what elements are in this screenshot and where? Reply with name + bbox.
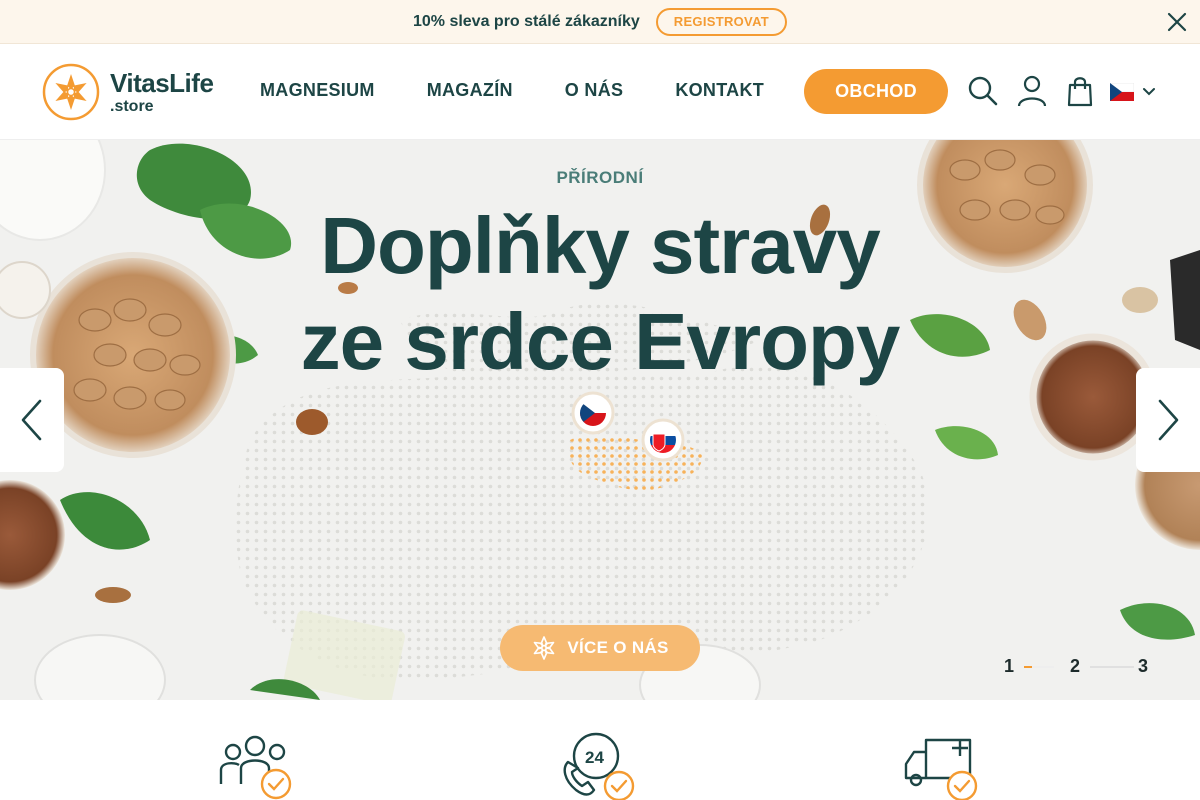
hero-title-line1: Doplňky stravy — [320, 201, 881, 290]
user-icon[interactable] — [1015, 74, 1049, 108]
about-us-button[interactable]: VÍCE O NÁS — [500, 625, 700, 671]
language-selector[interactable] — [1110, 80, 1162, 104]
register-button[interactable]: REGISTROVAT — [655, 7, 788, 36]
logo-edelweiss-icon — [42, 63, 100, 121]
nav-item-contact[interactable]: KONTAKT — [675, 80, 764, 101]
close-icon[interactable] — [1164, 9, 1190, 35]
nav-item-about[interactable]: O NÁS — [565, 80, 624, 101]
nav-item-magazine[interactable]: MAGAZÍN — [427, 80, 513, 101]
search-icon[interactable] — [966, 74, 1000, 108]
features-row: 24 — [0, 700, 1200, 800]
hero-title: Doplňky stravy ze srdce Evropy — [0, 198, 1200, 390]
site-header: VitasLife .store MAGNESIUM MAGAZÍN O NÁS… — [0, 44, 1200, 140]
bag-icon[interactable] — [1063, 74, 1097, 108]
next-slide-button[interactable] — [1136, 368, 1200, 472]
hero-title-line2: ze srdce Evropy — [300, 297, 901, 386]
hero-eyebrow: PŘÍRODNÍ — [556, 168, 644, 187]
nav-item-magnesium[interactable]: MAGNESIUM — [260, 80, 375, 101]
phone-24-check-icon: 24 — [563, 732, 635, 800]
chevron-left-icon — [21, 399, 42, 441]
promo-bar: 10% sleva pro stálé zákazníky REGISTROVA… — [0, 0, 1200, 44]
czech-flag-icon — [1110, 83, 1134, 101]
chevron-right-icon — [1158, 399, 1179, 441]
chevron-down-icon — [1143, 88, 1155, 96]
edelweiss-icon — [534, 636, 555, 660]
about-us-label: VÍCE O NÁS — [567, 638, 669, 657]
logo-sub: .store — [110, 98, 154, 115]
main-nav: MAGNESIUM MAGAZÍN O NÁS KONTAKT — [260, 80, 764, 101]
hero-slider: PŘÍRODNÍ Doplňky stravy ze srdce Evropy … — [0, 140, 1200, 700]
people-check-icon — [219, 735, 292, 800]
slide-2[interactable]: 2 — [1070, 656, 1080, 677]
prev-slide-button[interactable] — [0, 368, 64, 472]
slide-1[interactable]: 1 — [1004, 656, 1014, 677]
logo-name: VitasLife — [110, 68, 214, 98]
shop-button[interactable]: OBCHOD — [804, 69, 948, 114]
slide-pagination: 1 2 3 — [1004, 656, 1164, 676]
slide-1-progress — [1024, 666, 1054, 668]
slide-2-progress — [1090, 666, 1134, 668]
truck-check-icon — [904, 738, 978, 800]
badge-24: 24 — [585, 748, 604, 767]
promo-text: 10% sleva pro stálé zákazníky — [412, 12, 640, 30]
logo[interactable]: VitasLife .store — [42, 62, 232, 122]
slide-3[interactable]: 3 — [1138, 656, 1148, 677]
